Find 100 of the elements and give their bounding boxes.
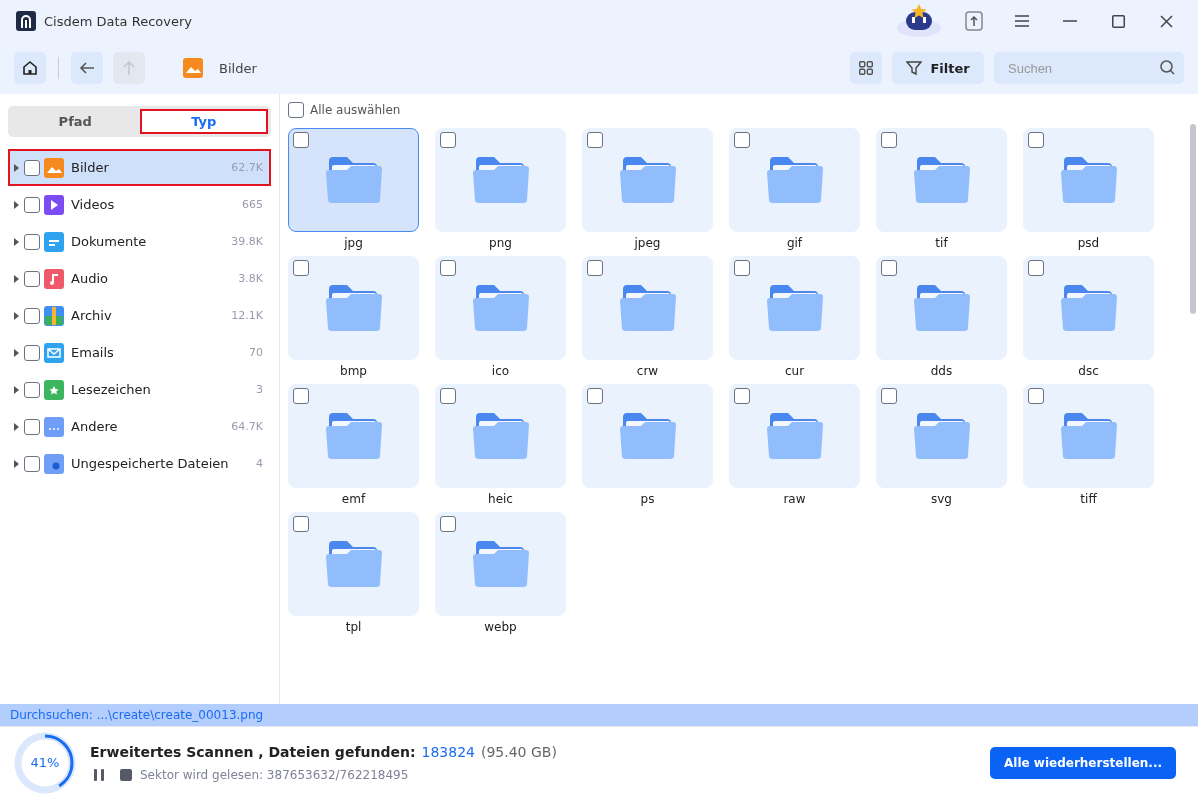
up-arrow-icon <box>122 60 136 76</box>
grid-icon <box>859 61 873 75</box>
expand-caret-icon[interactable] <box>12 200 20 209</box>
expand-caret-icon[interactable] <box>12 459 20 468</box>
folder-name: emf <box>341 492 366 506</box>
checkbox[interactable] <box>24 233 40 250</box>
checkbox[interactable] <box>24 270 40 287</box>
file-count: 4 <box>256 457 263 470</box>
folder-card[interactable] <box>288 128 419 232</box>
pause-icon[interactable] <box>94 768 104 781</box>
expand-caret-icon[interactable] <box>12 311 20 320</box>
filter-button[interactable]: Filter <box>892 52 984 84</box>
tab[interactable]: Pfad <box>11 109 140 134</box>
checkbox[interactable] <box>881 132 897 148</box>
folder-icon <box>912 283 971 333</box>
checkbox[interactable] <box>293 516 309 532</box>
folder-icon <box>324 539 383 589</box>
minimize-icon <box>1063 20 1077 22</box>
archive-icon <box>44 305 64 326</box>
category-item[interactable]: Andere 64.7K <box>8 408 271 445</box>
folder-icon <box>471 155 530 205</box>
progress-ring <box>14 731 76 794</box>
category-item[interactable]: Videos 665 <box>8 186 271 223</box>
video-icon <box>44 194 64 215</box>
tab[interactable]: Typ <box>139 109 268 134</box>
checkbox[interactable] <box>293 388 309 404</box>
stop-icon[interactable] <box>120 768 132 781</box>
category-item[interactable]: Lesezeichen 3 <box>8 371 271 408</box>
expand-caret-icon[interactable] <box>12 274 20 283</box>
checkbox[interactable] <box>587 132 603 148</box>
envelope-icon <box>44 342 64 363</box>
folder-name: png <box>489 236 512 250</box>
checkbox[interactable] <box>440 260 456 276</box>
category-item[interactable]: Audio 3.8K <box>8 260 271 297</box>
checkbox[interactable] <box>881 260 897 276</box>
category-label: Videos <box>71 197 116 212</box>
expand-caret-icon[interactable] <box>12 422 20 431</box>
category-label: Archiv <box>71 308 113 323</box>
expand-caret-icon[interactable] <box>12 237 20 246</box>
folder-name: raw <box>783 492 806 506</box>
checkbox[interactable] <box>587 388 603 404</box>
checkbox[interactable] <box>734 260 750 276</box>
checkbox[interactable] <box>24 418 40 435</box>
category-item[interactable]: Archiv 12.1K <box>8 297 271 334</box>
checkbox[interactable] <box>288 102 304 118</box>
folder-icon <box>471 539 530 589</box>
folder-icon <box>44 416 64 437</box>
expand-caret-icon[interactable] <box>12 163 20 172</box>
folder-name: crw <box>636 364 659 378</box>
scrollbar-thumb[interactable] <box>1190 124 1196 314</box>
folder-name: dds <box>930 364 953 378</box>
checkbox[interactable] <box>1028 388 1044 404</box>
document-icon <box>44 231 64 252</box>
scan-path: Durchsuchen: ...\create\create_00013.png <box>10 708 264 722</box>
checkbox[interactable] <box>881 388 897 404</box>
robot-mascot-icon[interactable] <box>896 4 942 38</box>
folder-icon <box>471 283 530 333</box>
back-button[interactable] <box>71 52 103 84</box>
checkbox[interactable] <box>440 132 456 148</box>
checkbox[interactable] <box>24 159 40 176</box>
category-label: Ungespeicherte Dateien <box>71 456 230 471</box>
search-icon[interactable] <box>1160 60 1175 75</box>
folder-name: tif <box>935 236 948 250</box>
folder-icon <box>1059 283 1118 333</box>
category-label: Bilder <box>71 160 110 175</box>
checkbox[interactable] <box>587 260 603 276</box>
checkbox[interactable] <box>24 307 40 324</box>
close-icon <box>1159 14 1173 28</box>
checkbox[interactable] <box>24 455 40 472</box>
checkbox[interactable] <box>293 132 309 148</box>
checkbox[interactable] <box>293 260 309 276</box>
folder-name: webp <box>484 620 517 634</box>
category-label: Audio <box>71 271 109 286</box>
checkbox[interactable] <box>440 388 456 404</box>
restore-all-button[interactable]: Alle wiederherstellen... <box>990 746 1176 779</box>
checkbox[interactable] <box>1028 260 1044 276</box>
checkbox[interactable] <box>24 381 40 398</box>
expand-caret-icon[interactable] <box>12 385 20 394</box>
folder-name: tpl <box>345 620 362 634</box>
folder-icon <box>1059 155 1118 205</box>
progress-percent: 41% <box>30 755 60 770</box>
expand-caret-icon[interactable] <box>12 348 20 357</box>
category-item[interactable]: Bilder 62.7K <box>8 149 271 186</box>
category-label: Andere <box>71 419 119 434</box>
window-title: Cisdem Data Recovery <box>44 13 192 29</box>
checkbox[interactable] <box>1028 132 1044 148</box>
image-icon <box>44 157 64 178</box>
category-item[interactable]: Emails 70 <box>8 334 271 371</box>
checkbox[interactable] <box>24 196 40 213</box>
search-field[interactable]: Suchen <box>994 52 1184 84</box>
checkbox[interactable] <box>24 344 40 361</box>
file-count: 12.1K <box>231 309 263 322</box>
category-item[interactable]: Ungespeicherte Dateien 4 <box>8 445 271 482</box>
checkbox[interactable] <box>734 388 750 404</box>
category-item[interactable]: Dokumente 39.8K <box>8 223 271 260</box>
home-button[interactable] <box>14 52 46 84</box>
checkbox[interactable] <box>734 132 750 148</box>
grid-view-button[interactable] <box>850 52 882 84</box>
file-count: 70 <box>249 346 263 359</box>
checkbox[interactable] <box>440 516 456 532</box>
